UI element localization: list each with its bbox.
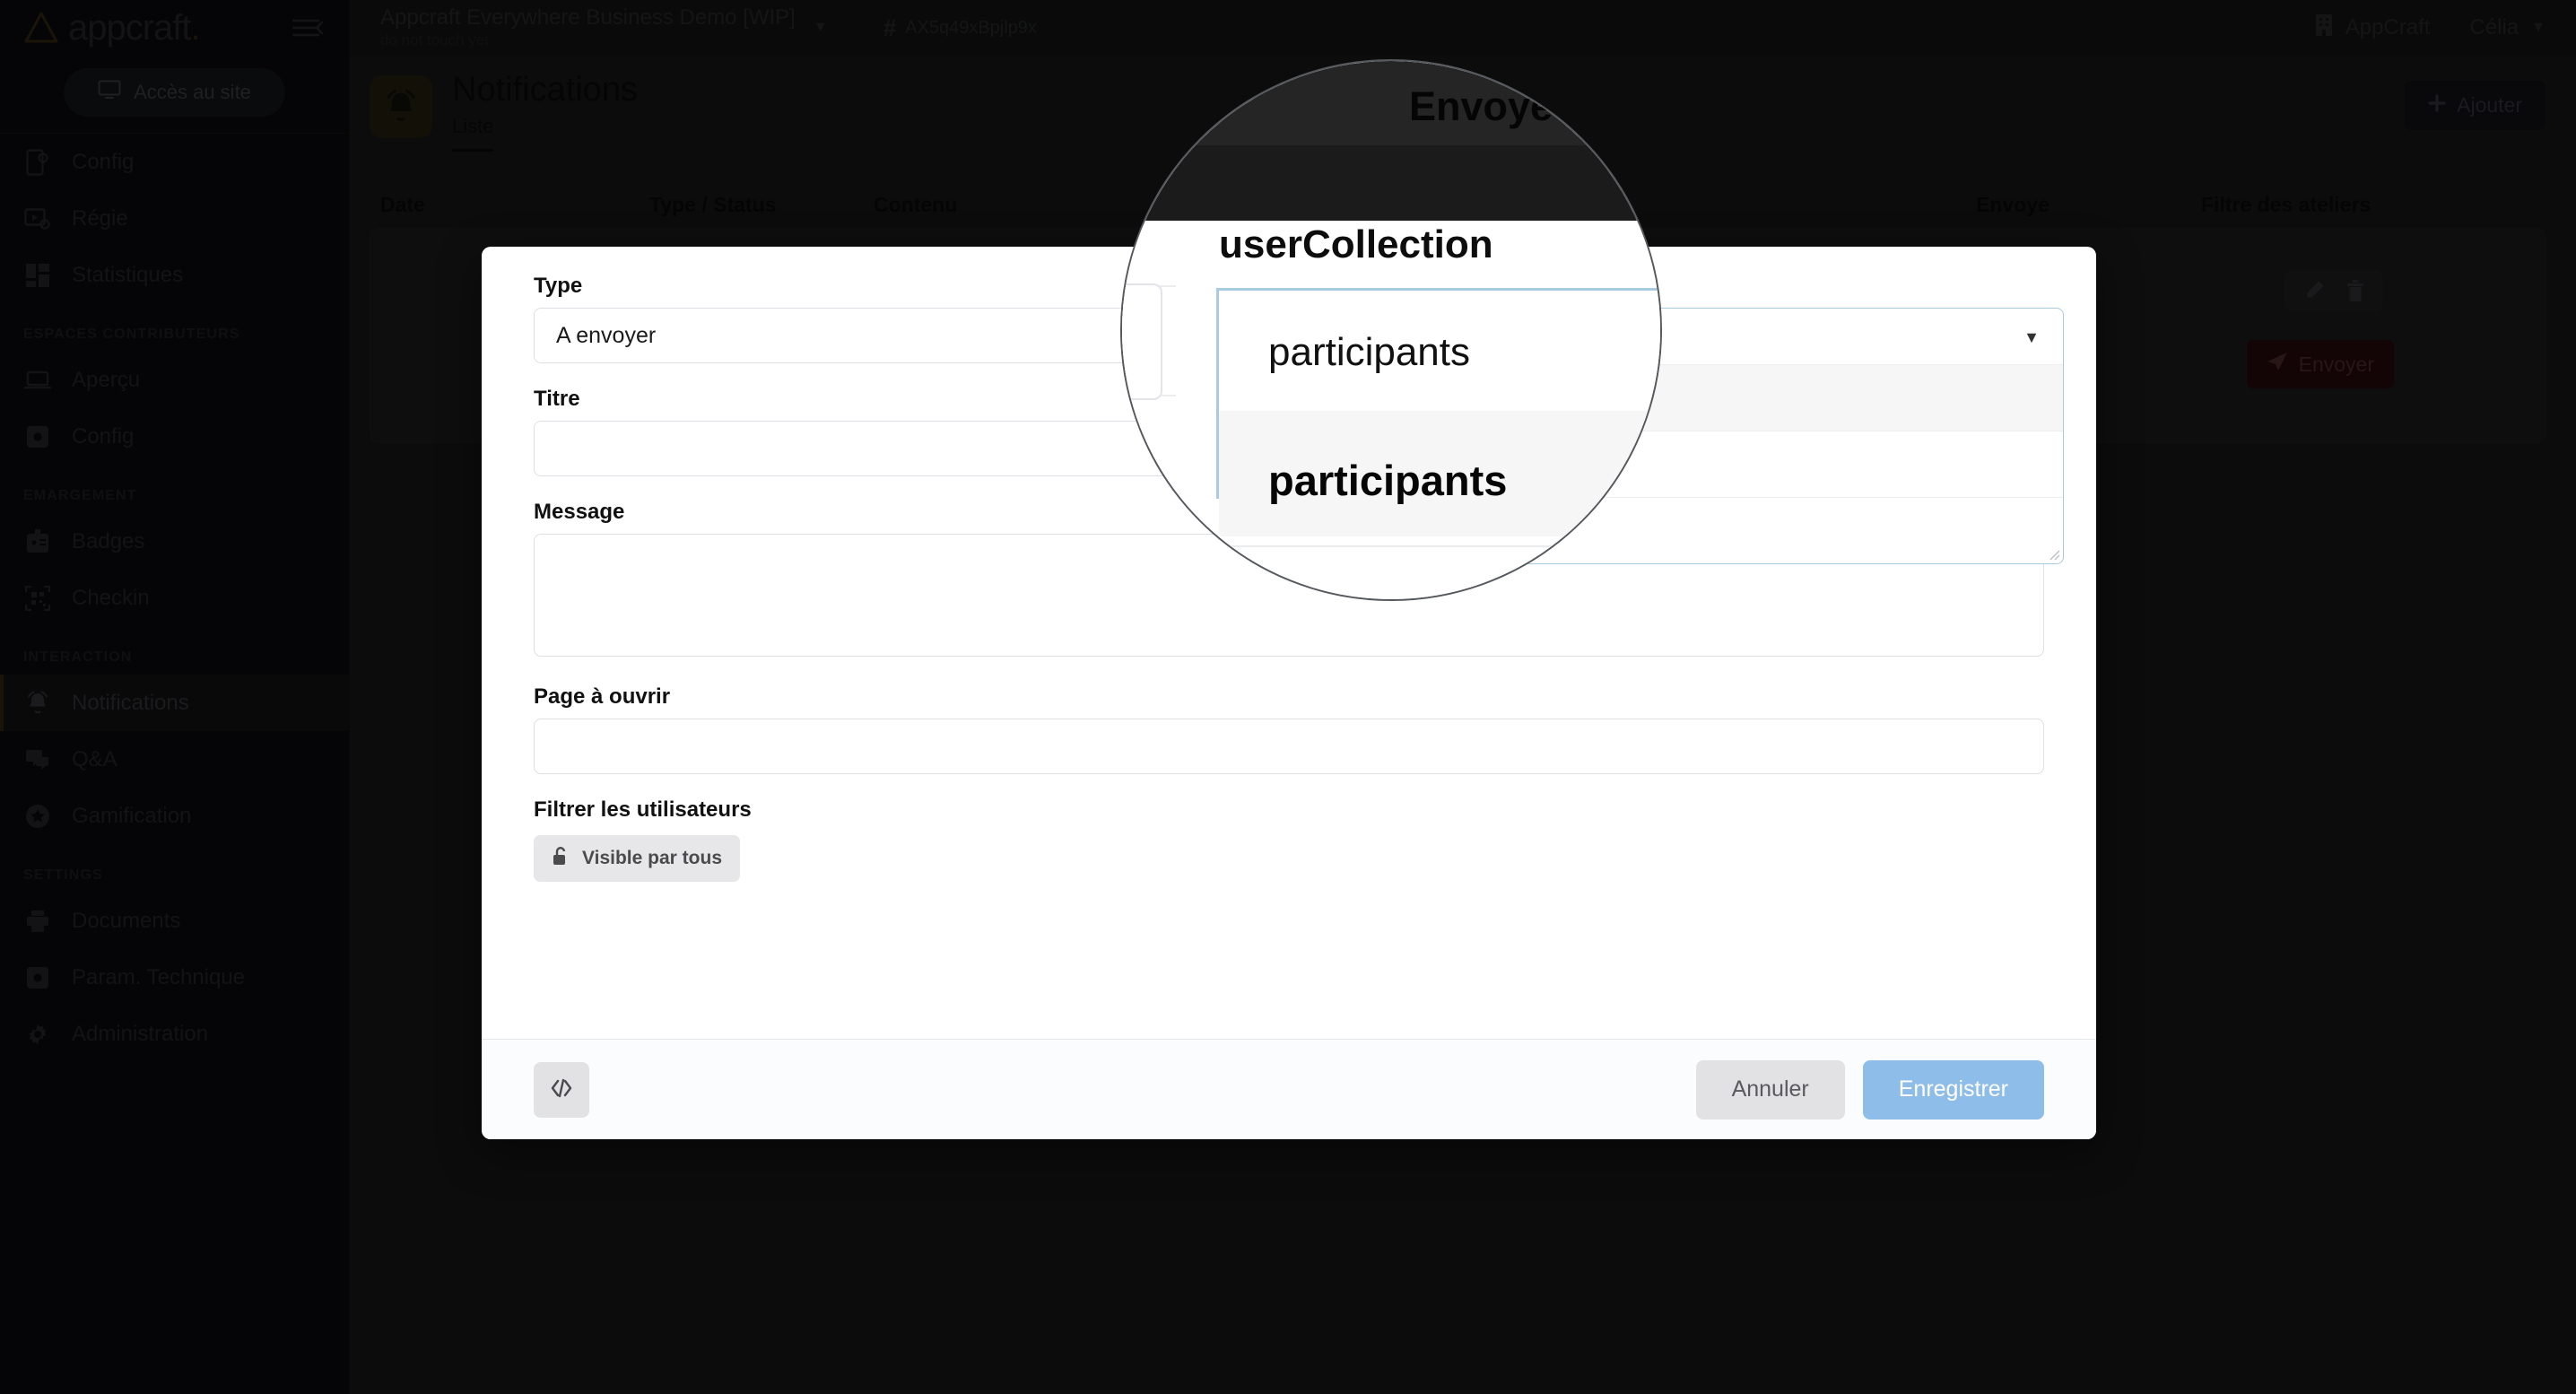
magnifier-lens: Envoye userCollection participants parti… — [1120, 59, 1662, 601]
lens-topbar-band — [1122, 61, 1660, 145]
field-filtrer-utilisateurs: Filtrer les utilisateurs Visible par tou… — [534, 797, 2044, 882]
visibility-chip-label: Visible par tous — [582, 848, 722, 868]
dialog-footer: Annuler Enregistrer — [482, 1039, 2096, 1139]
code-brackets-icon — [550, 1078, 573, 1101]
unlock-icon — [552, 846, 570, 871]
lens-envoye-text: Envoye — [1409, 83, 1553, 129]
cancel-button[interactable]: Annuler — [1695, 1059, 1845, 1120]
visibility-chip[interactable]: Visible par tous — [534, 835, 740, 882]
code-view-button[interactable] — [534, 1061, 589, 1118]
field-label-page: Page à ouvrir — [534, 684, 671, 709]
lens-left-input-edge — [1122, 283, 1162, 400]
save-button[interactable]: Enregistrer — [1862, 1059, 2044, 1120]
lens-pageheader-band — [1122, 145, 1660, 221]
lens-selected-value: participants — [1268, 330, 1471, 374]
lens-rule-3 — [1122, 545, 1660, 547]
lens-user-collection-label: userCollection — [1219, 222, 1493, 266]
chevron-down-icon[interactable]: ▼ — [2023, 328, 2040, 347]
page-input[interactable] — [534, 719, 2044, 774]
resize-handle-icon[interactable] — [2048, 548, 2060, 561]
field-label-filter: Filtrer les utilisateurs — [534, 797, 752, 822]
field-page-a-ouvrir: Page à ouvrir — [534, 684, 2044, 774]
lens-highlighted-option: participants — [1268, 457, 1508, 504]
